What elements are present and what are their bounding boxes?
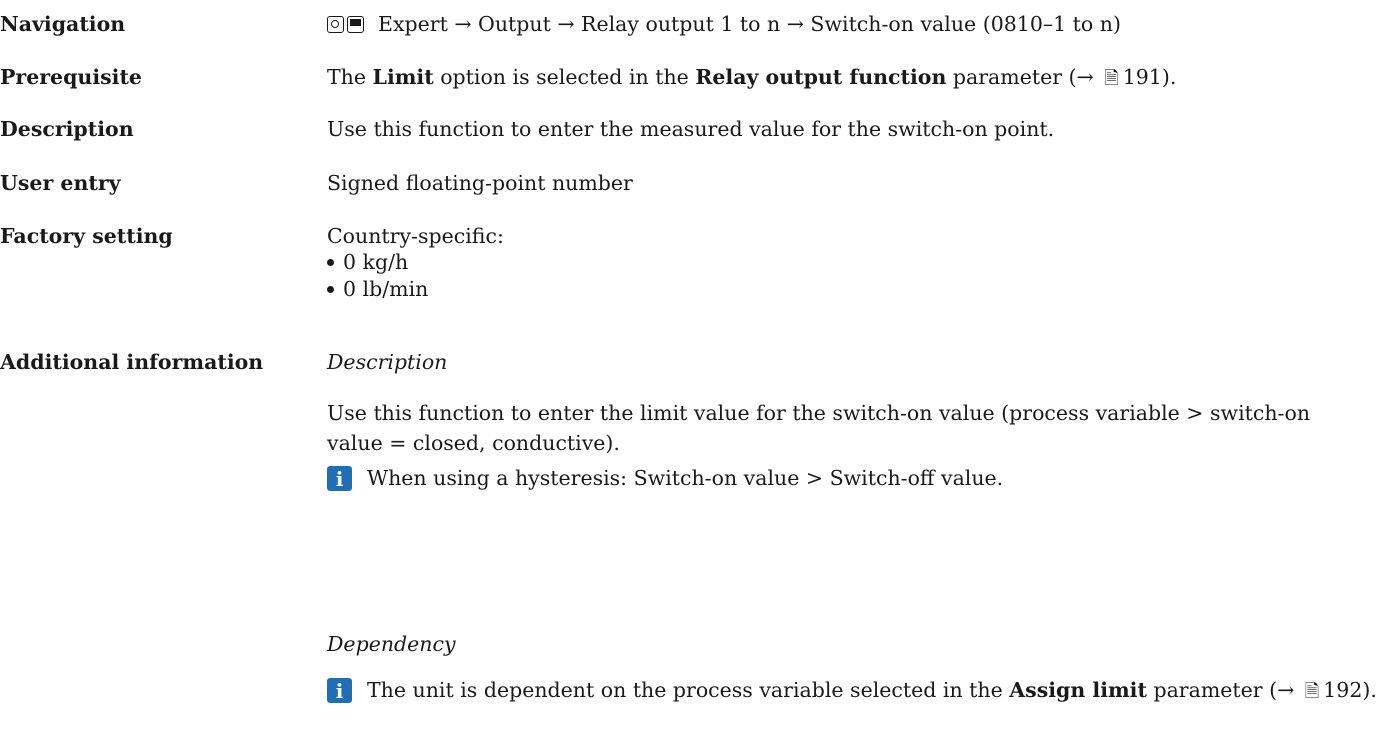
info-note-2-t2: parameter (→ bbox=[1146, 678, 1301, 702]
info-note-2: i The unit is dependent on the process v… bbox=[327, 675, 1377, 707]
relay-output-function-parameter: Relay output function bbox=[695, 65, 947, 89]
prereq-t3: parameter (→ bbox=[946, 65, 1101, 89]
display-icon bbox=[347, 16, 364, 33]
limit-option: Limit bbox=[372, 65, 434, 89]
book-icon: 🗎 bbox=[1104, 68, 1119, 89]
factory-setting-item-label: 0 kg/h bbox=[343, 250, 409, 274]
additional-heading-description: Description bbox=[327, 350, 448, 374]
page-ref-191[interactable]: 191). bbox=[1123, 65, 1177, 89]
factory-setting-intro: Country-specific: bbox=[327, 224, 504, 248]
factory-setting-item: 0 kg/h bbox=[327, 250, 408, 274]
info-icon: i bbox=[327, 678, 352, 703]
prerequisite-label: Prerequisite bbox=[0, 65, 142, 89]
user-entry-label: User entry bbox=[0, 171, 121, 195]
page-ref-192[interactable]: 192). bbox=[1323, 678, 1377, 702]
additional-heading-dependency: Dependency bbox=[327, 632, 456, 656]
prereq-t2: option is selected in the bbox=[433, 65, 696, 89]
factory-setting-label: Factory setting bbox=[0, 224, 173, 248]
bullet-icon bbox=[327, 259, 334, 266]
nav-icons bbox=[327, 16, 364, 33]
navigation-label: Navigation bbox=[0, 12, 126, 36]
description-text: Use this function to enter the measured … bbox=[327, 117, 1055, 141]
bullet-icon bbox=[327, 286, 334, 293]
book-icon: 🗎 bbox=[1304, 681, 1320, 702]
navigation-path-text: Expert → Output → Relay output 1 to n → … bbox=[378, 12, 1121, 36]
assign-limit-parameter: Assign limit bbox=[1009, 678, 1147, 702]
additional-information-label: Additional information bbox=[0, 350, 264, 374]
user-entry-text: Signed floating-point number bbox=[327, 171, 633, 195]
prerequisite-text: The Limit option is selected in the Rela… bbox=[327, 65, 1176, 96]
info-note-2-t1: The unit is dependent on the process var… bbox=[367, 678, 1010, 702]
info-note-1-text: When using a hysteresis: Switch-on value… bbox=[367, 466, 1004, 490]
info-icon: i bbox=[327, 466, 352, 491]
factory-setting-item-label: 0 lb/min bbox=[343, 277, 429, 301]
keypad-icon bbox=[327, 16, 344, 33]
prereq-t1: The bbox=[327, 65, 373, 89]
additional-paragraph: Use this function to enter the limit val… bbox=[327, 401, 1311, 455]
description-label: Description bbox=[0, 117, 134, 141]
navigation-path: Expert → Output → Relay output 1 to n → … bbox=[327, 12, 1121, 36]
info-note-1: i When using a hysteresis: Switch-on val… bbox=[327, 463, 1377, 493]
factory-setting-item: 0 lb/min bbox=[327, 277, 428, 301]
